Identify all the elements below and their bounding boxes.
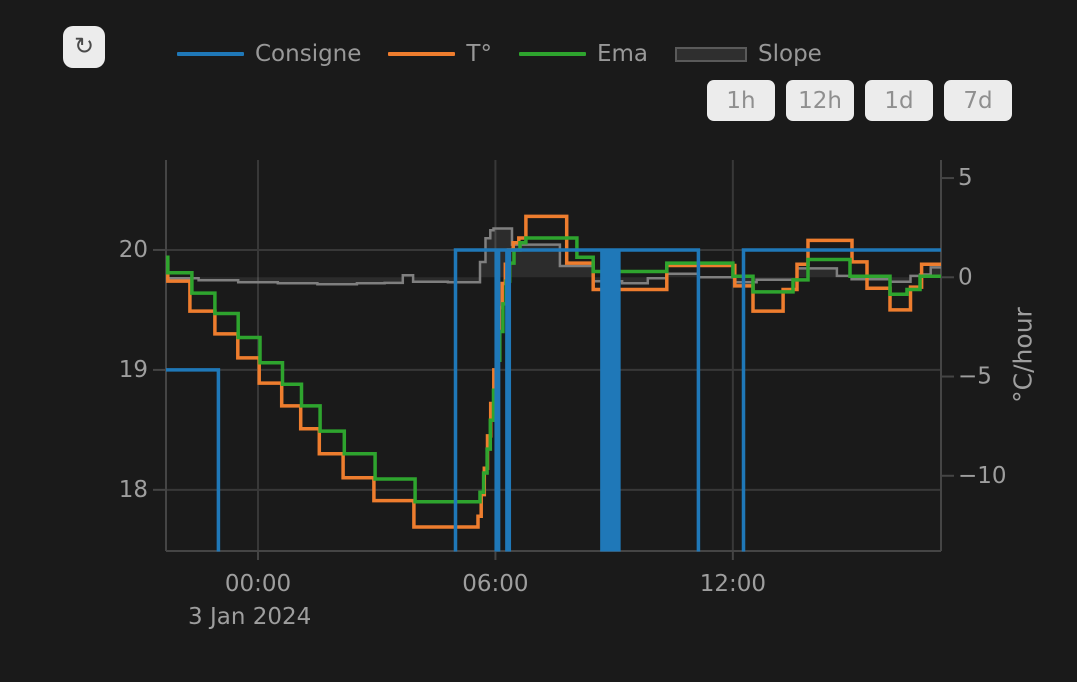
x-axis-tick-label: 12:00	[700, 571, 766, 597]
left-axis-tick-label: 19	[119, 357, 148, 383]
x-axis-date-label: 3 Jan 2024	[188, 604, 311, 630]
left-axis-tick-label: 20	[119, 237, 148, 263]
right-axis-tick-label: −10	[958, 463, 1007, 489]
series-consigne-line	[166, 250, 941, 610]
right-axis-tick-label: 5	[958, 165, 973, 191]
right-axis-tick-label: 0	[958, 264, 973, 290]
x-axis-tick-label: 00:00	[225, 571, 291, 597]
time-series-chart[interactable]: 20 19 18 5 0 −5 −10 00:00 06:00 12:00 3 Jan 2024 °C…	[0, 0, 1077, 682]
right-axis-tick-label: −5	[958, 364, 992, 390]
x-axis-tick-label: 06:00	[462, 571, 528, 597]
chart-panel: ↻ Consigne T° Ema Slope 1h 12h 1d 7d 201…	[0, 0, 1077, 682]
right-axis-title: °C/hour	[1009, 306, 1038, 402]
left-axis-tick-label: 18	[119, 477, 148, 503]
